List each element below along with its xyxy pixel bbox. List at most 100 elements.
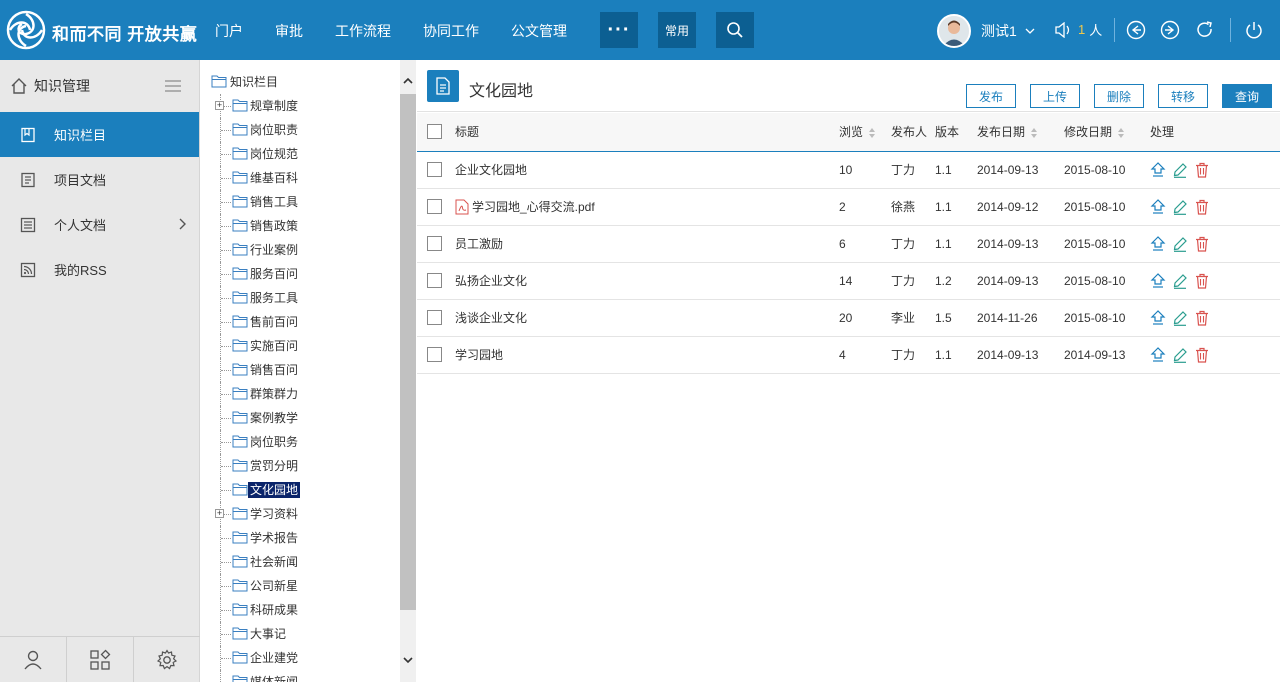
user-menu[interactable]: 测试1 xyxy=(937,14,1035,48)
expand-toggle[interactable]: + xyxy=(215,509,224,518)
edit-icon[interactable] xyxy=(1172,273,1188,289)
tree-scroll-thumb[interactable] xyxy=(400,94,416,610)
row-checkbox[interactable] xyxy=(427,273,442,289)
edit-icon[interactable] xyxy=(1172,236,1188,252)
transfer-button[interactable]: 转移 xyxy=(1158,84,1208,108)
tree-node-label[interactable]: 科研成果 xyxy=(250,602,298,618)
tree-node[interactable]: 科研成果 xyxy=(201,598,401,622)
table-row[interactable]: 浅谈企业文化 20 李业 1.5 2014-11-26 2015-08-10 xyxy=(417,299,1280,337)
document-title[interactable]: 员工激励 xyxy=(455,237,503,251)
sidebar-item-my-rss[interactable]: 我的RSS xyxy=(0,247,199,292)
tree-node-label[interactable]: 行业案例 xyxy=(250,242,298,258)
sidebar-item-project-docs[interactable]: 项目文档 xyxy=(0,157,199,202)
table-row[interactable]: 学习园地 4 丁力 1.1 2014-09-13 2014-09-13 xyxy=(417,336,1280,374)
table-row[interactable]: 学习园地_心得交流.pdf 2 徐燕 1.1 2014-09-12 2015-08-10 xyxy=(417,188,1280,226)
tree-node[interactable]: 赏罚分明 xyxy=(201,454,401,478)
tree-node-label[interactable]: 服务工具 xyxy=(250,290,298,306)
home-icon[interactable] xyxy=(10,77,28,95)
chevron-down-icon[interactable] xyxy=(1025,28,1035,34)
trash-icon[interactable] xyxy=(1194,236,1210,252)
search-button[interactable] xyxy=(716,12,754,48)
tree-node-label[interactable]: 销售政策 xyxy=(250,218,298,234)
tree-node[interactable]: 学术报告 xyxy=(201,526,401,550)
expand-toggle[interactable]: + xyxy=(215,101,224,110)
tree-node-label[interactable]: 赏罚分明 xyxy=(250,458,298,474)
document-title[interactable]: 企业文化园地 xyxy=(455,163,527,177)
tree-node-label[interactable]: 学习资料 xyxy=(250,506,298,522)
tree-node-label[interactable]: 销售百问 xyxy=(250,362,298,378)
trash-icon[interactable] xyxy=(1194,162,1210,178)
tree-root[interactable]: 知识栏目 xyxy=(201,70,401,94)
tree-node-label[interactable]: 岗位职务 xyxy=(250,434,298,450)
tree-node[interactable]: 岗位职责 xyxy=(201,118,401,142)
column-views[interactable]: 浏览 xyxy=(839,113,891,152)
trash-icon[interactable] xyxy=(1194,199,1210,215)
table-row[interactable]: 企业文化园地 10 丁力 1.1 2014-09-13 2015-08-10 xyxy=(417,151,1280,189)
tree-node[interactable]: + 规章制度 xyxy=(201,94,401,118)
tree-node[interactable]: 售前百问 xyxy=(201,310,401,334)
delete-button[interactable]: 删除 xyxy=(1094,84,1144,108)
sidebar-item-personal-docs[interactable]: 个人文档 xyxy=(0,202,199,247)
tree-node[interactable]: 案例教学 xyxy=(201,406,401,430)
tree-node-label[interactable]: 公司新星 xyxy=(250,578,298,594)
trash-icon[interactable] xyxy=(1194,310,1210,326)
row-checkbox[interactable] xyxy=(427,347,442,363)
sidebar-item-knowledge-columns[interactable]: 知识栏目 xyxy=(0,112,199,157)
tree-node[interactable]: 销售政策 xyxy=(201,214,401,238)
edit-icon[interactable] xyxy=(1172,310,1188,326)
tree-node[interactable]: 服务百问 xyxy=(201,262,401,286)
tree-node[interactable]: 文化园地 xyxy=(201,478,401,502)
common-button[interactable]: 常用 xyxy=(658,12,696,48)
publish-button[interactable]: 发布 xyxy=(966,84,1016,108)
tree-node[interactable]: 销售百问 xyxy=(201,358,401,382)
tree-node-label[interactable]: 群策群力 xyxy=(250,386,298,402)
tree-node-label[interactable]: 销售工具 xyxy=(250,194,298,210)
tree-node-label[interactable]: 岗位规范 xyxy=(250,146,298,162)
tree-node[interactable]: 媒体新闻 xyxy=(201,670,401,682)
upload-icon[interactable] xyxy=(1150,161,1166,178)
table-row[interactable]: 弘扬企业文化 14 丁力 1.2 2014-09-13 2015-08-10 xyxy=(417,262,1280,300)
tree-node-label[interactable]: 文化园地 xyxy=(248,482,301,498)
upload-icon[interactable] xyxy=(1150,346,1166,363)
column-modify-date[interactable]: 修改日期 xyxy=(1064,113,1150,152)
tree-node[interactable]: 公司新星 xyxy=(201,574,401,598)
tree-node-label[interactable]: 媒体新闻 xyxy=(250,674,298,682)
upload-icon[interactable] xyxy=(1150,272,1166,289)
upload-icon[interactable] xyxy=(1150,198,1166,215)
tree-node[interactable]: 维基百科 xyxy=(201,166,401,190)
tree-node-label[interactable]: 社会新闻 xyxy=(250,554,298,570)
scroll-up-icon[interactable] xyxy=(402,75,414,87)
hamburger-icon[interactable] xyxy=(165,80,181,92)
apps-button[interactable] xyxy=(67,637,134,682)
tree-node-label[interactable]: 学术报告 xyxy=(250,530,298,546)
query-button[interactable]: 查询 xyxy=(1222,84,1272,108)
tree-node-label[interactable]: 实施百问 xyxy=(250,338,298,354)
tree-node-label[interactable]: 大事记 xyxy=(250,626,286,642)
row-checkbox[interactable] xyxy=(427,310,442,326)
trash-icon[interactable] xyxy=(1194,273,1210,289)
table-row[interactable]: 员工激励 6 丁力 1.1 2014-09-13 2015-08-10 xyxy=(417,225,1280,263)
tree-node-label[interactable]: 服务百问 xyxy=(250,266,298,282)
document-title[interactable]: 学习园地 xyxy=(455,348,503,362)
document-title[interactable]: 浅谈企业文化 xyxy=(455,311,527,325)
forward-icon[interactable] xyxy=(1160,20,1180,40)
tree-node[interactable]: 行业案例 xyxy=(201,238,401,262)
tree-node-label[interactable]: 案例教学 xyxy=(250,410,298,426)
tree-node[interactable]: 社会新闻 xyxy=(201,550,401,574)
upload-icon[interactable] xyxy=(1150,235,1166,252)
nav-item-official-docs[interactable]: 公文管理 xyxy=(495,0,583,60)
edit-icon[interactable] xyxy=(1172,347,1188,363)
column-publish-date[interactable]: 发布日期 xyxy=(977,113,1064,152)
nav-item-portal[interactable]: 门户 xyxy=(200,0,259,60)
select-all-checkbox[interactable] xyxy=(427,124,442,140)
tree-node[interactable]: 服务工具 xyxy=(201,286,401,310)
online-users[interactable]: 1 人 xyxy=(1054,20,1102,39)
tree-node-label[interactable]: 售前百问 xyxy=(250,314,298,330)
row-checkbox[interactable] xyxy=(427,236,442,252)
tree-node[interactable]: + 学习资料 xyxy=(201,502,401,526)
trash-icon[interactable] xyxy=(1194,347,1210,363)
nav-item-approval[interactable]: 审批 xyxy=(259,0,319,60)
tree-node[interactable]: 企业建党 xyxy=(201,646,401,670)
nav-item-workflow[interactable]: 工作流程 xyxy=(319,0,407,60)
back-icon[interactable] xyxy=(1126,20,1146,40)
